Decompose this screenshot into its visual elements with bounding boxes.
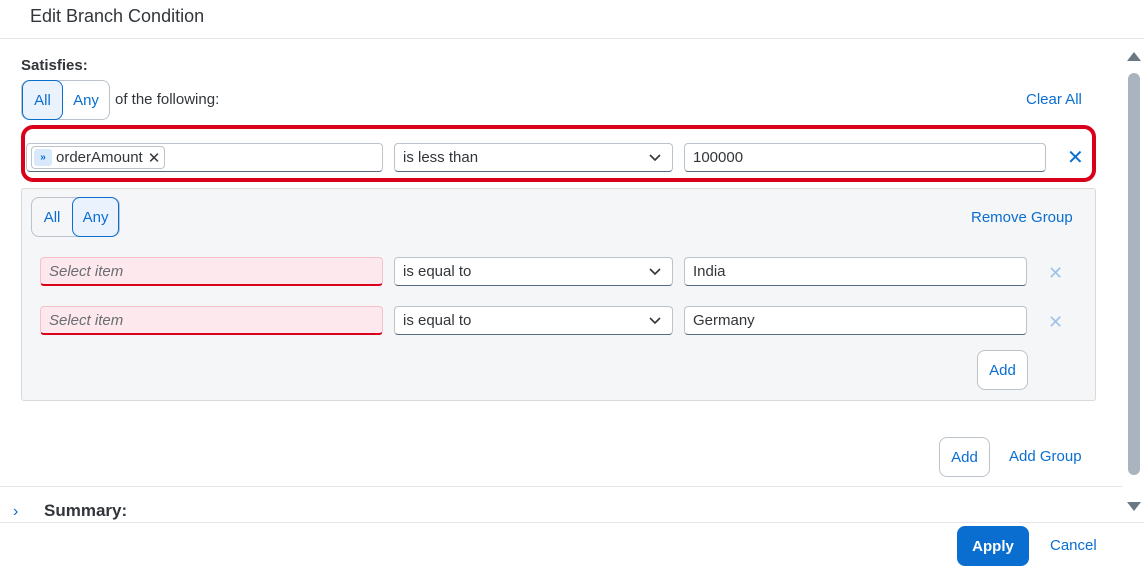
scrollbar-thumb[interactable] (1128, 73, 1140, 475)
group-row-1-value-input[interactable]: India (684, 257, 1027, 286)
clear-all-link[interactable]: Clear All (1026, 91, 1082, 108)
row-value: Germany (693, 312, 755, 329)
close-icon[interactable]: ✕ (1067, 148, 1084, 168)
chevron-right-icon[interactable]: › (13, 503, 18, 521)
cancel-button[interactable]: Cancel (1050, 537, 1097, 554)
apply-button[interactable]: Apply (957, 526, 1029, 566)
condition-value: 100000 (693, 149, 744, 166)
field-token-label: orderAmount (56, 149, 143, 166)
match-all-option[interactable]: All (22, 80, 63, 120)
group-row-1-operator-select[interactable]: is equal to (394, 257, 673, 286)
operator-value: is equal to (403, 312, 472, 329)
match-any-option[interactable]: Any (63, 81, 109, 119)
field-type-icon: » (34, 149, 52, 166)
of-following-label: of the following: (115, 91, 220, 108)
footer-divider (0, 522, 1144, 523)
field-placeholder: Select item (49, 311, 124, 329)
field-placeholder: Select item (49, 262, 124, 280)
satisfies-label: Satisfies: (21, 57, 88, 74)
group-match-any-option[interactable]: Any (72, 197, 119, 237)
group-row-2-value-input[interactable]: Germany (684, 306, 1027, 335)
condition-field-input[interactable]: » orderAmount ✕ (26, 143, 383, 172)
match-toggle: All Any (21, 80, 110, 120)
condition-value-input[interactable]: 100000 (684, 143, 1046, 172)
operator-value: is less than (403, 149, 479, 166)
group-match-all-option[interactable]: All (32, 198, 72, 236)
group-row-2-operator-select[interactable]: is equal to (394, 306, 673, 335)
group-row-1-field-input[interactable]: Select item (40, 257, 383, 286)
remove-group-link[interactable]: Remove Group (971, 209, 1073, 226)
summary-label[interactable]: Summary: (44, 501, 127, 521)
scroll-up-arrow[interactable] (1127, 52, 1141, 61)
field-token: » orderAmount ✕ (31, 146, 166, 169)
remove-token-icon[interactable]: ✕ (148, 149, 161, 167)
chevron-down-icon (649, 154, 661, 162)
group-match-toggle: All Any (31, 197, 120, 237)
summary-divider (0, 486, 1122, 487)
header-divider (0, 38, 1144, 39)
add-group-link[interactable]: Add Group (1009, 448, 1082, 465)
chevron-down-icon (649, 317, 661, 325)
dialog-title: Edit Branch Condition (30, 6, 205, 26)
add-button[interactable]: Add (939, 437, 990, 477)
group-add-button[interactable]: Add (977, 350, 1028, 390)
row-value: India (693, 263, 726, 280)
scroll-down-arrow[interactable] (1127, 502, 1141, 511)
condition-operator-select[interactable]: is less than (394, 143, 673, 172)
condition-group (21, 188, 1096, 401)
operator-value: is equal to (403, 263, 472, 280)
close-icon[interactable]: ✕ (1048, 312, 1063, 332)
close-icon[interactable]: ✕ (1048, 263, 1063, 283)
group-row-2-field-input[interactable]: Select item (40, 306, 383, 335)
chevron-down-icon (649, 268, 661, 276)
